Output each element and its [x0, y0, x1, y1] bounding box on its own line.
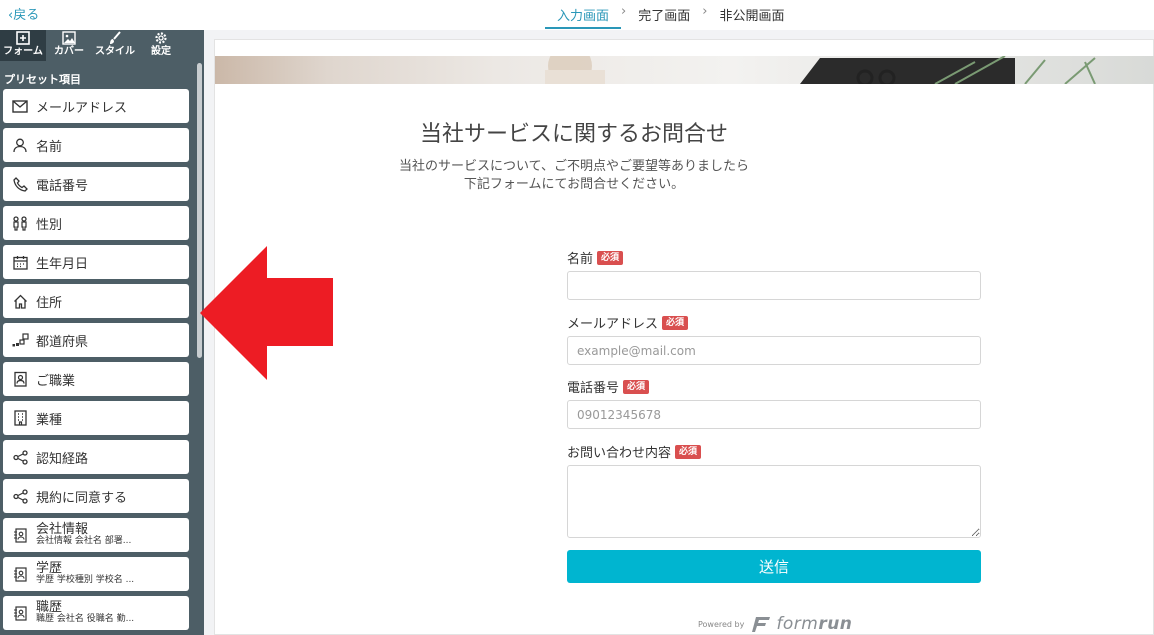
- required-badge: 必須: [597, 250, 624, 265]
- tab-private-screen[interactable]: 非公開画面: [707, 0, 796, 29]
- gear-icon: [155, 32, 167, 44]
- powered-by-footer[interactable]: Powered by formrun: [698, 614, 852, 634]
- preset-item-company[interactable]: 会社情報 会社情報 会社名 部署...: [3, 518, 189, 552]
- preset-item-label: ご職業: [36, 373, 76, 389]
- top-bar: ‹戻る 入力画面 › 完了画面 › 非公開画面: [0, 0, 1154, 30]
- tab-complete-screen[interactable]: 完了画面: [626, 0, 702, 29]
- phone-icon: [11, 175, 29, 193]
- home-icon: [11, 292, 29, 310]
- name-label-text: 名前: [567, 252, 594, 267]
- preset-item-label: 業種: [36, 412, 63, 428]
- preset-item-gender[interactable]: 性別: [3, 206, 189, 240]
- share-icon: [11, 448, 29, 466]
- preset-item-sub: 学歴 学校種別 学校名 ...: [36, 575, 135, 586]
- preset-item-email[interactable]: メールアドレス: [3, 89, 189, 123]
- message-textarea[interactable]: [567, 465, 981, 538]
- preset-item-terms[interactable]: 規約に同意する: [3, 479, 189, 513]
- preset-item-sub: 職歴 会社名 役職名 勤...: [36, 614, 135, 625]
- preset-item-career[interactable]: 職歴 職歴 会社名 役職名 勤...: [3, 596, 189, 630]
- message-field-label: お問い合わせ内容 必須: [567, 442, 702, 461]
- gender-icon: [11, 214, 29, 232]
- preset-item-label: 生年月日: [36, 256, 89, 272]
- submit-button[interactable]: 送信: [567, 550, 981, 583]
- brand-name-bold: run: [818, 614, 853, 634]
- email-field-label: メールアドレス 必須: [567, 313, 689, 332]
- tab-style[interactable]: スタイル: [92, 30, 138, 61]
- required-badge: 必須: [675, 444, 702, 459]
- phone-field-label: 電話番号 必須: [567, 377, 650, 396]
- email-input[interactable]: [567, 336, 981, 365]
- required-badge: 必須: [662, 315, 689, 330]
- preset-item-label: 都道府県: [36, 334, 89, 350]
- mail-icon: [11, 97, 29, 115]
- tab-cover[interactable]: カバー: [46, 30, 92, 61]
- red-arrow-annotation: [200, 246, 333, 380]
- map-blocks-icon: [11, 331, 29, 349]
- brand-logo: formrun: [776, 614, 852, 634]
- share-icon: [11, 487, 29, 505]
- preset-item-prefecture[interactable]: 都道府県: [3, 323, 189, 357]
- email-label-text: メールアドレス: [567, 317, 659, 332]
- preset-item-label: 住所: [36, 295, 63, 311]
- back-label: 戻る: [13, 8, 40, 23]
- formrun-logo-icon: [752, 617, 771, 632]
- brand-name-light: form: [776, 614, 819, 634]
- preset-item-address[interactable]: 住所: [3, 284, 189, 318]
- tab-input-screen[interactable]: 入力画面: [545, 0, 622, 29]
- form-description: 当社のサービスについて、ご不明点やご要望等ありましたら 下記フォームにてお問合せ…: [214, 158, 934, 194]
- sidebar-tabs: フォーム カバー スタイル 設定: [0, 30, 204, 61]
- tab-form[interactable]: フォーム: [0, 30, 46, 61]
- contact-card-icon: [11, 604, 29, 622]
- phone-label-text: 電話番号: [567, 381, 620, 396]
- cover-image[interactable]: [215, 56, 1154, 84]
- tab-cover-label: カバー: [54, 46, 84, 57]
- preset-item-label: 認知経路: [36, 451, 89, 467]
- preset-item-occupation[interactable]: ご職業: [3, 362, 189, 396]
- required-badge: 必須: [623, 379, 650, 394]
- preset-item-referral[interactable]: 認知経路: [3, 440, 189, 474]
- name-field-label: 名前 必須: [567, 248, 624, 267]
- preset-item-name[interactable]: 名前: [3, 128, 189, 162]
- contact-card-icon: [11, 565, 29, 583]
- preset-section-title: プリセット項目: [4, 73, 81, 86]
- preset-list: メールアドレス 名前 電話番号 性別 生年月日 住所 都道府県 ご職業 業種 認…: [3, 89, 189, 635]
- form-title: 当社サービスに関するお問合せ: [419, 122, 728, 147]
- contact-card-icon: [11, 526, 29, 544]
- tab-form-label: フォーム: [3, 46, 43, 57]
- powered-by-text: Powered by: [698, 619, 745, 629]
- tab-settings-label: 設定: [151, 46, 171, 57]
- preset-item-label: 性別: [36, 217, 63, 233]
- phone-input[interactable]: [567, 400, 981, 429]
- plus-square-icon: [16, 31, 30, 45]
- preset-item-phone[interactable]: 電話番号: [3, 167, 189, 201]
- tab-style-label: スタイル: [95, 46, 135, 57]
- image-icon: [62, 31, 76, 45]
- preset-item-label: 電話番号: [36, 178, 89, 194]
- back-link[interactable]: ‹戻る: [8, 4, 39, 23]
- preset-item-label: 規約に同意する: [36, 490, 128, 506]
- tab-settings[interactable]: 設定: [138, 30, 184, 61]
- message-label-text: お問い合わせ内容: [567, 446, 672, 461]
- preset-item-label: 名前: [36, 139, 63, 155]
- form-description-line: 当社のサービスについて、ご不明点やご要望等ありましたら: [399, 159, 749, 174]
- calendar-icon: [11, 253, 29, 271]
- step-tabs: 入力画面 › 完了画面 › 非公開画面: [545, 0, 796, 30]
- person-icon: [11, 136, 29, 154]
- preset-item-industry[interactable]: 業種: [3, 401, 189, 435]
- preset-item-birthday[interactable]: 生年月日: [3, 245, 189, 279]
- name-input[interactable]: [567, 271, 981, 300]
- preset-item-education[interactable]: 学歴 学歴 学校種別 学校名 ...: [3, 557, 189, 591]
- building-icon: [11, 409, 29, 427]
- preset-item-sub: 会社情報 会社名 部署...: [36, 536, 132, 547]
- id-badge-icon: [11, 370, 29, 388]
- form-description-line: 下記フォームにてお問合せください。: [463, 177, 685, 192]
- brush-icon: [110, 31, 121, 44]
- preset-item-label: メールアドレス: [36, 100, 128, 116]
